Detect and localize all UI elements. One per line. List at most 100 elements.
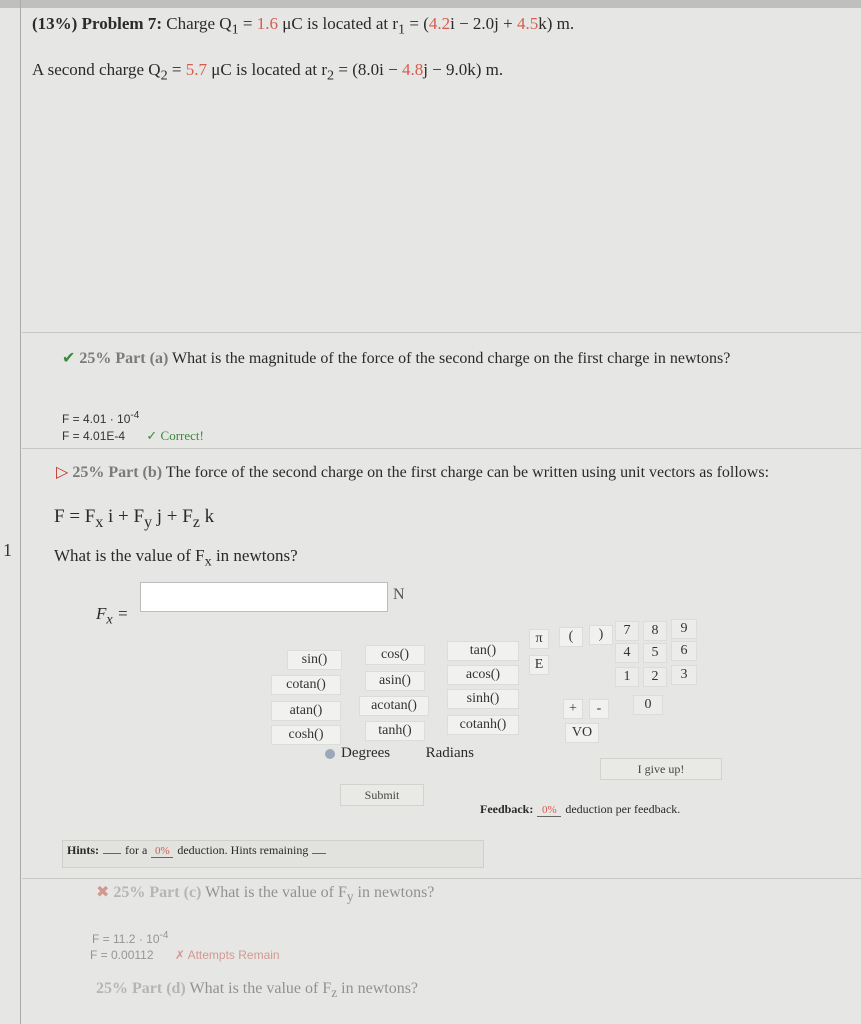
r2-open: = (8.0i − — [334, 60, 402, 79]
part-a-tag: 25% Part (a) — [79, 350, 169, 367]
q2-sub: 2 — [160, 67, 168, 84]
play-icon: ▷ — [56, 464, 69, 481]
divider — [22, 448, 861, 449]
problem-weight: (13%) — [32, 14, 78, 33]
r1-open: = ( — [405, 14, 429, 33]
part-a-question: What is the magnitude of the force of th… — [171, 350, 731, 367]
cosh-button[interactable]: cosh() — [271, 725, 341, 745]
tan-button[interactable]: tan() — [447, 641, 519, 661]
part-c-answer-entered: F = 0.00112 ✗ Attempts Remain — [90, 948, 280, 962]
sin-button[interactable]: sin() — [287, 650, 342, 670]
check-icon: ✔ — [62, 350, 76, 367]
r1-mid: i − 2.0j + — [450, 14, 517, 33]
part-d-question-end: in newtons? — [337, 980, 419, 997]
part-d-header[interactable]: 25% Part (d) What is the value of Fz in … — [96, 980, 418, 1001]
formula-i: i + F — [103, 506, 145, 527]
part-b-tag: 25% Part (b) — [72, 464, 163, 481]
edge-mark: 1 — [3, 540, 12, 560]
degrees-radio[interactable] — [325, 748, 335, 759]
part-c-question: What is the value of F — [205, 884, 347, 901]
part-a-answer-exp: -4 — [130, 410, 140, 421]
correct-status: ✓ Correct! — [146, 428, 204, 443]
hints-label: Hints: — [67, 843, 100, 857]
q1-text: Charge Q — [166, 14, 232, 33]
part-d-tag: 25% Part (d) — [96, 980, 186, 997]
key-2[interactable]: 2 — [643, 667, 667, 687]
part-c-tag: 25% Part (c) — [113, 884, 202, 901]
tanh-button[interactable]: tanh() — [365, 721, 425, 741]
feedback-bar: Feedback: 0% deduction per feedback. — [480, 800, 861, 824]
pi-button[interactable]: π — [529, 629, 549, 649]
hints-suffix: deduction. Hints remaining — [177, 843, 309, 857]
fx-label: Fx = — [96, 604, 128, 628]
key-8[interactable]: 8 — [643, 621, 667, 641]
key-7[interactable]: 7 — [615, 621, 639, 641]
r1-z: 4.5 — [517, 14, 539, 33]
formula-k: k — [199, 506, 215, 527]
key-4[interactable]: 4 — [615, 643, 639, 663]
q1-unit: μC is located at r — [277, 14, 399, 33]
frame-edge — [20, 0, 21, 1024]
formula-f: F = F — [54, 506, 96, 527]
part-b-question: The force of the second charge on the fi… — [165, 464, 770, 481]
q2-text: A second charge Q — [32, 60, 161, 79]
atan-button[interactable]: atan() — [271, 701, 341, 721]
part-c-header[interactable]: ✖ 25% Part (c) What is the value of Fy i… — [96, 882, 434, 905]
fx-answer-input[interactable] — [140, 582, 388, 612]
unit-vector-formula: F = Fx i + Fy j + Fz k — [54, 506, 214, 532]
part-c-status: ✗ Attempts Remain — [174, 948, 280, 962]
part-c-entered-value: F = 0.00112 — [90, 948, 154, 962]
give-up-button[interactable]: I give up! — [600, 758, 722, 780]
part-c-answer-sci: F = 11.2 · 10-4 — [92, 930, 168, 946]
open-paren-button[interactable]: ( — [559, 627, 583, 647]
r2-close: j − 9.0k) m. — [423, 60, 504, 79]
key-1[interactable]: 1 — [615, 667, 639, 687]
close-paren-button[interactable]: ) — [589, 625, 613, 645]
minus-button[interactable]: - — [589, 699, 609, 719]
part-b-subquestion: What is the value of Fx in newtons? — [54, 546, 298, 570]
part-a-answer-sci: F = 4.01 · 10-4 — [62, 410, 139, 426]
key-9[interactable]: 9 — [671, 619, 697, 639]
hints-remaining — [312, 853, 327, 854]
plus-button[interactable]: + — [563, 699, 583, 719]
r1-close: k) m. — [538, 14, 575, 33]
submit-button[interactable]: Submit — [340, 784, 424, 806]
radians-label[interactable]: Radians — [426, 745, 474, 761]
part-c-question-sub: y — [346, 889, 354, 905]
hints-for: for a — [125, 843, 148, 857]
part-a-header: ✔ 25% Part (a) What is the magnitude of … — [62, 348, 730, 368]
part-d-question: What is the value of F — [189, 980, 332, 997]
formula-y: y — [144, 513, 153, 531]
backspace-button[interactable]: VO — [565, 723, 599, 743]
divider — [22, 878, 861, 879]
feedback-label: Feedback: — [480, 802, 534, 816]
r2-y: 4.8 — [401, 60, 424, 79]
key-5[interactable]: 5 — [643, 643, 667, 663]
acotan-button[interactable]: acotan() — [359, 696, 429, 716]
fx-label-f: F — [96, 604, 107, 623]
cotanh-button[interactable]: cotanh() — [447, 715, 519, 735]
key-6[interactable]: 6 — [671, 641, 697, 661]
cos-button[interactable]: cos() — [365, 645, 425, 665]
fx-label-eq: = — [112, 604, 129, 623]
q1-value: 1.6 — [256, 14, 278, 33]
subquestion-end: in newtons? — [211, 546, 298, 565]
e-button[interactable]: E — [529, 655, 549, 675]
acos-button[interactable]: acos() — [447, 665, 519, 685]
second-charge-statement: A second charge Q2 = 5.7 μC is located a… — [32, 60, 503, 84]
degrees-label: Degrees — [341, 745, 391, 761]
hints-pct: 0% — [151, 845, 174, 858]
divider — [22, 332, 861, 333]
top-strip — [0, 0, 861, 8]
feedback-pct: 0% — [537, 804, 562, 817]
cotan-button[interactable]: cotan() — [271, 675, 341, 695]
asin-button[interactable]: asin() — [365, 671, 425, 691]
unit-label: N — [393, 586, 405, 603]
part-c-question-end: in newtons? — [353, 884, 435, 901]
q2-eq: = — [167, 60, 186, 79]
sinh-button[interactable]: sinh() — [447, 689, 519, 709]
key-3[interactable]: 3 — [671, 665, 697, 685]
key-0[interactable]: 0 — [633, 695, 663, 715]
x-icon: ✖ — [96, 884, 110, 901]
calculator-keypad: sin() cos() tan() cotan() asin() acos() … — [267, 617, 747, 747]
